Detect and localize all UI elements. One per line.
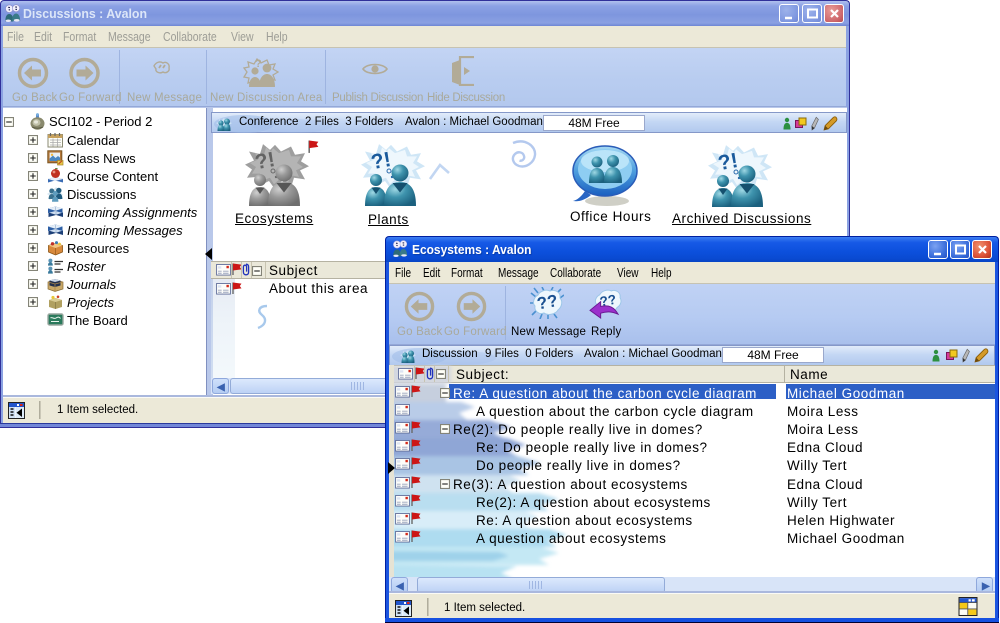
svg-text:?: ? bbox=[255, 58, 262, 70]
